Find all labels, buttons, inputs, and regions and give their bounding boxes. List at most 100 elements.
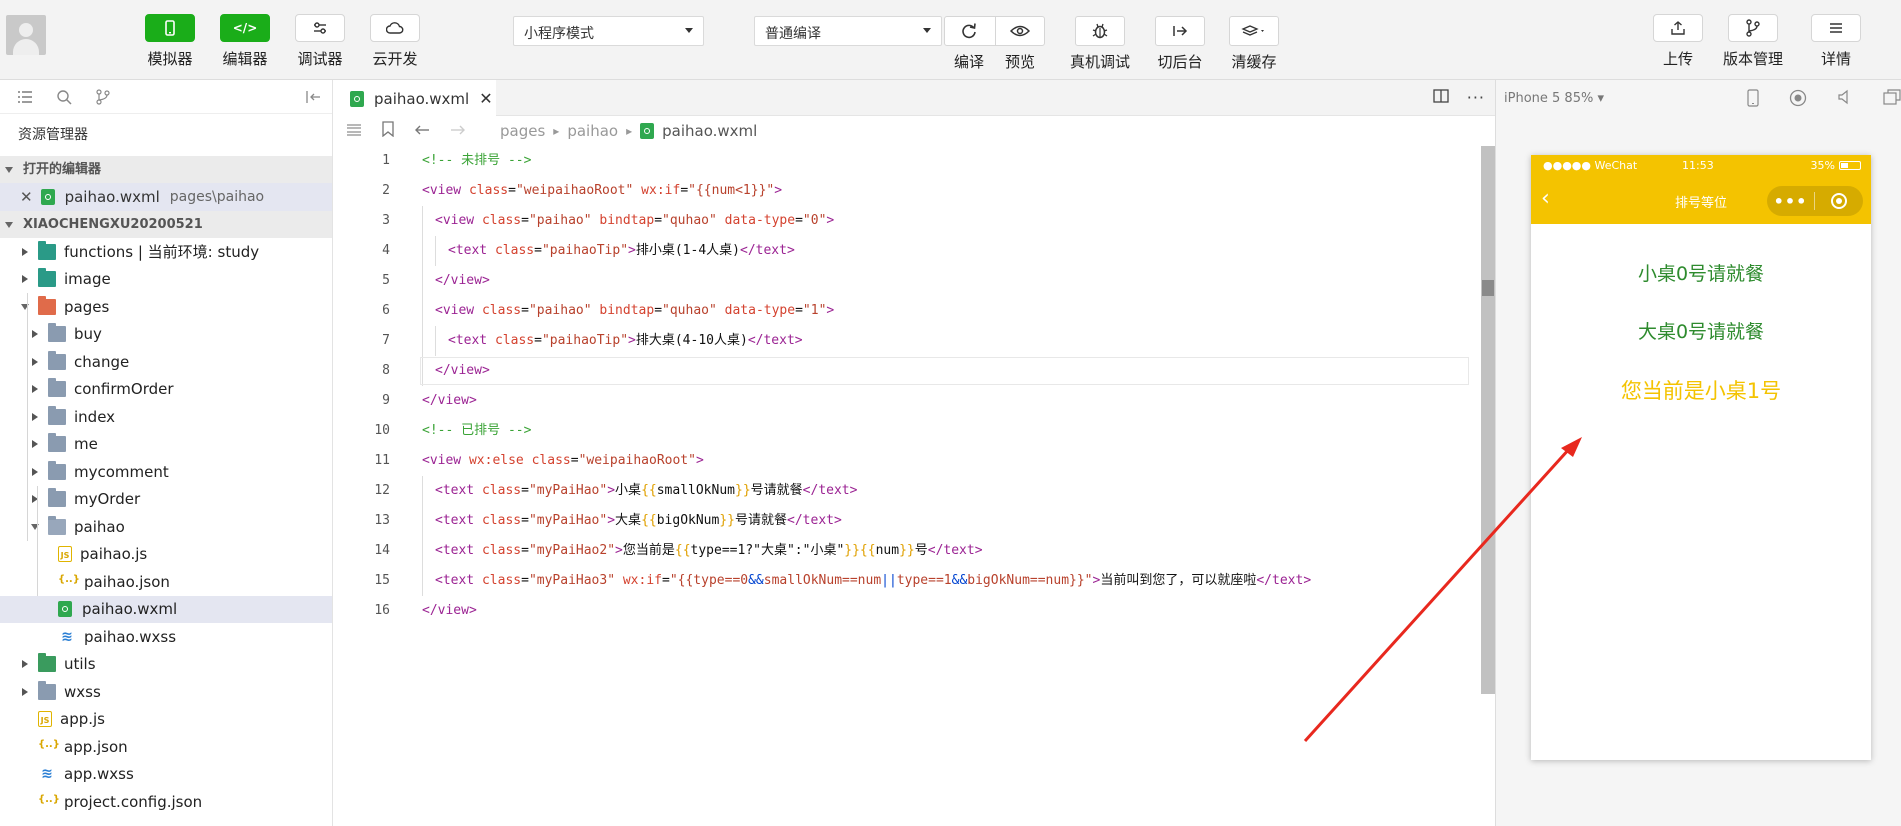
tree-item[interactable]: mycomment [0, 458, 332, 486]
tree-item[interactable]: index [0, 403, 332, 431]
code-line[interactable]: 16 </view> [334, 596, 1469, 626]
code-token: data-type [724, 303, 796, 318]
close-icon[interactable]: ✕ [20, 188, 33, 206]
code-area[interactable]: 1 <!-- 未排号 --> 2 <view class="weipaihaoRoot… [334, 146, 1469, 826]
tree-item[interactable]: ≋ app.wxss [0, 761, 332, 789]
device-select[interactable]: iPhone 5 85% ▾ [1504, 91, 1604, 106]
code-editor: paihao.wxml ✕ ··· pages ▸ paihao ▸ paiha… [334, 80, 1495, 826]
code-line[interactable]: 3 <view class="paihao" bindtap="quhao" da… [334, 206, 1469, 236]
open-editors-section[interactable]: 打开的编辑器 [0, 156, 332, 183]
close-miniprogram-icon[interactable] [1815, 193, 1862, 209]
outline-icon[interactable] [346, 122, 362, 140]
code-token: "1" [802, 303, 827, 318]
back-arrow-icon[interactable] [414, 122, 430, 140]
code-line[interactable]: 10 <!-- 已排号 --> [334, 416, 1469, 446]
code-line[interactable]: 1 <!-- 未排号 --> [334, 146, 1469, 176]
tree-item-label: image [64, 270, 111, 289]
code-line[interactable]: 8 </view> [334, 356, 1469, 386]
collapse-panel-icon[interactable] [295, 80, 332, 114]
tree-item[interactable]: JS app.js [0, 706, 332, 734]
tree-item[interactable]: paihao.wxml [0, 595, 332, 623]
tree-item[interactable]: confirmOrder [0, 376, 332, 404]
compile-mode-select[interactable]: 普通编译 [754, 16, 942, 46]
tree-item[interactable]: wxss [0, 678, 332, 706]
tree-item[interactable]: utils [0, 651, 332, 679]
editor-toggle-button[interactable]: </> 编辑器 [207, 14, 283, 69]
upload-button[interactable]: 上传 [1643, 14, 1713, 69]
code-line[interactable]: 5 </view> [334, 266, 1469, 296]
tree-item[interactable]: JS paihao.js [0, 541, 332, 569]
folder-icon [48, 433, 66, 453]
search-icon[interactable] [45, 80, 82, 114]
project-label: XIAOCHENGXU20200521 [23, 217, 203, 232]
clear-cache-button[interactable]: 清缓存 [1229, 16, 1279, 72]
code-token: 大桌 [615, 513, 642, 528]
bookmark-icon[interactable] [382, 121, 394, 141]
more-icon[interactable]: ··· [1467, 88, 1485, 107]
debugger-toggle-button[interactable]: 调试器 [282, 14, 358, 69]
code-line[interactable]: 6 <view class="paihao" bindtap="quhao" da… [334, 296, 1469, 326]
detach-window-icon[interactable] [1883, 89, 1901, 111]
code-line[interactable]: 2 <view class="weipaihaoRoot" wx:if="{{nu… [334, 176, 1469, 206]
source-control-icon[interactable] [85, 80, 122, 114]
more-icon[interactable]: ••• [1767, 192, 1814, 211]
breadcrumb-pages[interactable]: pages [500, 122, 545, 140]
code-line[interactable]: 9 </view> [334, 386, 1469, 416]
details-label: 详情 [1820, 50, 1851, 68]
phone-icon[interactable] [1747, 89, 1759, 111]
tree-item[interactable]: buy [0, 321, 332, 349]
cloud-dev-button[interactable]: 云开发 [357, 14, 433, 69]
code-token: = [521, 543, 529, 558]
tree-item[interactable]: {..} project.config.json [0, 788, 332, 816]
version-control-button[interactable]: 版本管理 [1718, 14, 1788, 69]
code-token: "myPaiHao2" [528, 543, 616, 558]
code-line[interactable]: 14 <text class="myPaiHao2">您当前是{{type==1?… [334, 536, 1469, 566]
code-token: </text> [747, 333, 803, 348]
tree-item[interactable]: pages [0, 293, 332, 321]
project-section[interactable]: XIAOCHENGXU20200521 [0, 211, 332, 238]
tree-item[interactable]: functions | 当前环境: study [0, 238, 332, 266]
tree-item[interactable]: ≋ paihao.wxss [0, 623, 332, 651]
record-icon[interactable] [1789, 89, 1807, 111]
open-editor-item[interactable]: ✕ paihao.wxml pages\paihao [0, 183, 332, 211]
volume-icon[interactable] [1837, 89, 1853, 111]
details-button[interactable]: 详情 [1801, 14, 1871, 69]
simulator-toggle-button[interactable]: 模拟器 [132, 14, 208, 69]
tree-item[interactable]: change [0, 348, 332, 376]
tree-item[interactable]: me [0, 431, 332, 459]
close-icon[interactable]: ✕ [479, 89, 492, 108]
code-line[interactable]: 7 <text class="paihaoTip">排大桌(4-10人桌)</te… [334, 326, 1469, 356]
breadcrumb-paihao[interactable]: paihao [567, 122, 618, 140]
tree-item[interactable]: paihao [0, 513, 332, 541]
tree-item[interactable]: {..} app.json [0, 733, 332, 761]
code-line[interactable]: 12 <text class="myPaiHao">小桌{{smallOkNum}… [334, 476, 1469, 506]
forward-arrow-icon[interactable] [450, 122, 466, 140]
breadcrumb-file[interactable]: paihao.wxml [662, 122, 757, 140]
code-line[interactable]: 15 <text class="myPaiHao3" wx:if="{{type=… [334, 566, 1469, 596]
code-line[interactable]: 11 <view wx:else class="weipaihaoRoot"> [334, 446, 1469, 476]
avatar[interactable] [6, 15, 46, 55]
tree-item[interactable]: {..} paihao.json [0, 568, 332, 596]
remote-debug-button[interactable]: 真机调试 [1070, 16, 1130, 72]
code-token: "{{num<1}}" [688, 183, 775, 198]
tree-item-label: utils [64, 655, 96, 674]
code-token: class [481, 573, 522, 588]
switch-background-button[interactable]: 切后台 [1155, 16, 1205, 72]
split-editor-icon[interactable] [1433, 88, 1449, 107]
code-token: && [951, 573, 968, 588]
phone-screen[interactable]: ●●●●● WeChat 11:53 35% ‹ 排号等位 ••• 小桌0号请就… [1531, 155, 1871, 760]
code-token: class [494, 333, 535, 348]
compile-button[interactable]: 编译 [944, 16, 994, 72]
tree-item[interactable]: myOrder [0, 486, 332, 514]
tree-item[interactable]: image [0, 266, 332, 294]
tab-paihao-wxml[interactable]: paihao.wxml ✕ [334, 80, 496, 116]
my-number-text: 您当前是小桌1号 [1620, 379, 1782, 403]
app-mode-select[interactable]: 小程序模式 [513, 16, 704, 46]
tree-item-label: mycomment [74, 462, 169, 481]
code-line[interactable]: 4 <text class="paihaoTip">排小桌(1-4人桌)</tex… [334, 236, 1469, 266]
code-line[interactable]: 13 <text class="myPaiHao">大桌{{bigOkNum}}号… [334, 506, 1469, 536]
preview-button[interactable]: 预览 [995, 16, 1045, 72]
editor-scrollbar[interactable] [1481, 146, 1495, 694]
list-icon[interactable] [6, 80, 43, 114]
chevron-right-icon [18, 275, 32, 284]
